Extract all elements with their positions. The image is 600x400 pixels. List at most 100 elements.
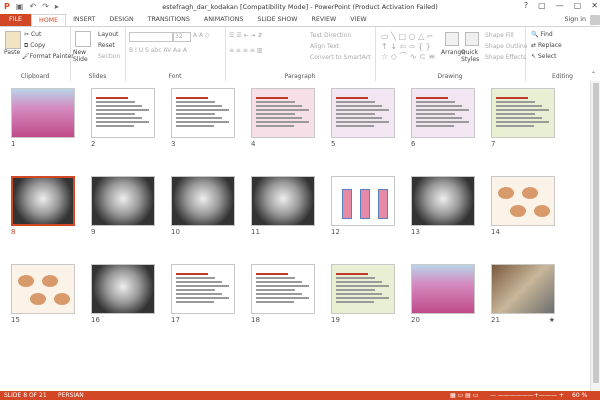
select-button[interactable]: ↖ Select	[531, 53, 556, 60]
slide-thumbnail[interactable]: 15	[11, 264, 75, 324]
language-indicator[interactable]: PERSIAN	[58, 392, 84, 399]
slide-number: 8	[11, 228, 16, 236]
zoom-level[interactable]: 60 %	[572, 392, 587, 399]
quick-styles-icon[interactable]	[465, 32, 479, 46]
slides-label: Slides	[88, 73, 107, 80]
tab-design[interactable]: DESIGN	[102, 14, 140, 26]
slide-thumbnail[interactable]: 1	[11, 88, 75, 148]
alignment-buttons[interactable]: ≡ ≡ ≡ ≡ ▥	[229, 47, 262, 54]
slide-thumbnail[interactable]: 6	[411, 88, 475, 148]
format-painter-button[interactable]: 🖌Format Painter	[22, 53, 74, 60]
align-text-button[interactable]: Align Text	[310, 43, 339, 50]
slide-thumbnail[interactable]: 3	[171, 88, 235, 148]
convert-smartart-button[interactable]: Convert to SmartArt	[310, 54, 371, 61]
font-name-field[interactable]	[129, 32, 173, 42]
slide-preview	[11, 264, 75, 314]
slide-thumbnail[interactable]: 18	[251, 264, 315, 324]
cut-button[interactable]: ✂ Cut	[24, 31, 41, 38]
slide-preview	[91, 88, 155, 138]
find-button[interactable]: 🔍 Find	[531, 31, 553, 38]
shape-fill-button[interactable]: Shape Fill	[485, 32, 514, 39]
text-line	[176, 109, 230, 111]
tab-transitions[interactable]: TRANSITIONS	[141, 14, 197, 26]
slide-thumbnail[interactable]: 20	[411, 264, 475, 324]
view-buttons[interactable]: ▦ ▭ ▤ ▭	[450, 392, 478, 399]
slide-preview	[331, 264, 395, 314]
new-slide-button[interactable]: New Slide	[73, 49, 93, 63]
text-line	[336, 101, 376, 103]
paste-button[interactable]: Paste	[4, 49, 20, 56]
text-line	[496, 125, 535, 127]
replace-icon: ⇄	[531, 42, 537, 49]
slide-preview	[491, 88, 555, 138]
slide-preview	[491, 264, 555, 314]
select-label: Select	[537, 53, 557, 60]
scrollbar-thumb[interactable]	[593, 83, 599, 383]
slide-thumbnail[interactable]: 11	[251, 176, 315, 236]
clipboard-group: Paste ✂ Cut ⧉ Copy 🖌Format Painter Clipb…	[0, 27, 74, 81]
slide-thumbnail[interactable]: 9	[91, 176, 155, 236]
list-buttons[interactable]: ☰ ☰ ⇤ ⇥ ⇵	[229, 32, 262, 39]
shape-effects-button[interactable]: Shape Effects	[485, 54, 526, 61]
font-size-value: 32	[175, 33, 183, 40]
slide-thumbnail[interactable]: 14	[491, 176, 555, 236]
font-grow-shrink-icons[interactable]: A A ◇	[193, 32, 210, 39]
user-avatar[interactable]	[590, 15, 600, 25]
diagram-shape	[378, 189, 388, 219]
maximize-icon[interactable]: ▢	[574, 1, 582, 10]
tab-insert[interactable]: INSERT	[66, 14, 102, 26]
slide-thumbnail[interactable]: 21 ★	[491, 264, 555, 324]
sign-in-link[interactable]: Sign in	[565, 16, 586, 23]
tab-home[interactable]: HOME	[30, 14, 67, 26]
text-line	[176, 113, 215, 115]
slide-thumbnail[interactable]: 17	[171, 264, 235, 324]
shape-outline-button[interactable]: Shape Outline	[485, 43, 527, 50]
section-button[interactable]: Section	[98, 53, 120, 60]
tab-review[interactable]: REVIEW	[305, 14, 344, 26]
slide-thumbnail[interactable]: 8	[11, 176, 75, 236]
text-line	[176, 281, 223, 283]
slide-thumbnail[interactable]: 7	[491, 88, 555, 148]
copy-button[interactable]: ⧉ Copy	[24, 42, 45, 50]
text-direction-button[interactable]: Text Direction	[310, 32, 351, 39]
slide-thumbnail[interactable]: 2	[91, 88, 155, 148]
text-line	[96, 121, 149, 123]
text-line	[496, 113, 535, 115]
layout-button[interactable]: Layout	[98, 31, 118, 38]
text-line	[176, 117, 222, 119]
quick-styles-button[interactable]: Quick Styles	[461, 49, 481, 63]
slide-thumbnail[interactable]: 10	[171, 176, 235, 236]
slide-thumbnail[interactable]: 4	[251, 88, 315, 148]
zoom-slider[interactable]: — ——————+——— +	[490, 392, 564, 399]
tab-slide-show[interactable]: SLIDE SHOW	[250, 14, 304, 26]
font-group: 32 A A ◇ B I U S abc AV Aa A Font	[125, 27, 226, 81]
reset-button[interactable]: Reset	[98, 42, 115, 49]
slide-number: 5	[331, 140, 336, 148]
slide-number: 16	[91, 316, 100, 324]
replace-button[interactable]: ⇄ Replace	[531, 42, 562, 49]
ribbon-display-icon[interactable]: ▢	[538, 1, 546, 10]
tab-animations[interactable]: ANIMATIONS	[197, 14, 251, 26]
vertical-scrollbar[interactable]	[590, 81, 600, 391]
tab-view[interactable]: VIEW	[343, 14, 373, 26]
tab-file[interactable]: FILE	[0, 14, 31, 26]
shapes-gallery[interactable]: ▭ ╲ □ ○ △ ⌐ ↑ ↓ ⇦ ⇨ { } ☆ ◇ ⌒ ∿ ⊂ ≡	[381, 32, 435, 62]
illustration-shape	[18, 275, 34, 287]
slide-thumbnail[interactable]: 13	[411, 176, 475, 236]
text-line	[256, 289, 295, 291]
close-icon[interactable]: ✕	[591, 1, 598, 10]
paste-icon[interactable]	[5, 31, 21, 49]
minimize-icon[interactable]: —	[556, 1, 564, 10]
font-format-buttons[interactable]: B I U S abc AV Aa A	[129, 47, 187, 54]
arrange-icon[interactable]	[445, 32, 459, 46]
slide-number: 15	[11, 316, 20, 324]
new-slide-icon[interactable]	[75, 31, 91, 47]
slide-thumbnail[interactable]: 12	[331, 176, 395, 236]
help-icon[interactable]: ?	[524, 1, 528, 10]
font-size-field[interactable]: 32	[173, 32, 191, 42]
slide-thumbnail[interactable]: 5	[331, 88, 395, 148]
slide-thumbnail[interactable]: 19	[331, 264, 395, 324]
editing-group: 🔍 Find ⇄ Replace ↖ Select Editing ⌃	[525, 27, 600, 81]
collapse-ribbon-icon[interactable]: ⌃	[591, 71, 596, 78]
slide-thumbnail[interactable]: 16	[91, 264, 155, 324]
